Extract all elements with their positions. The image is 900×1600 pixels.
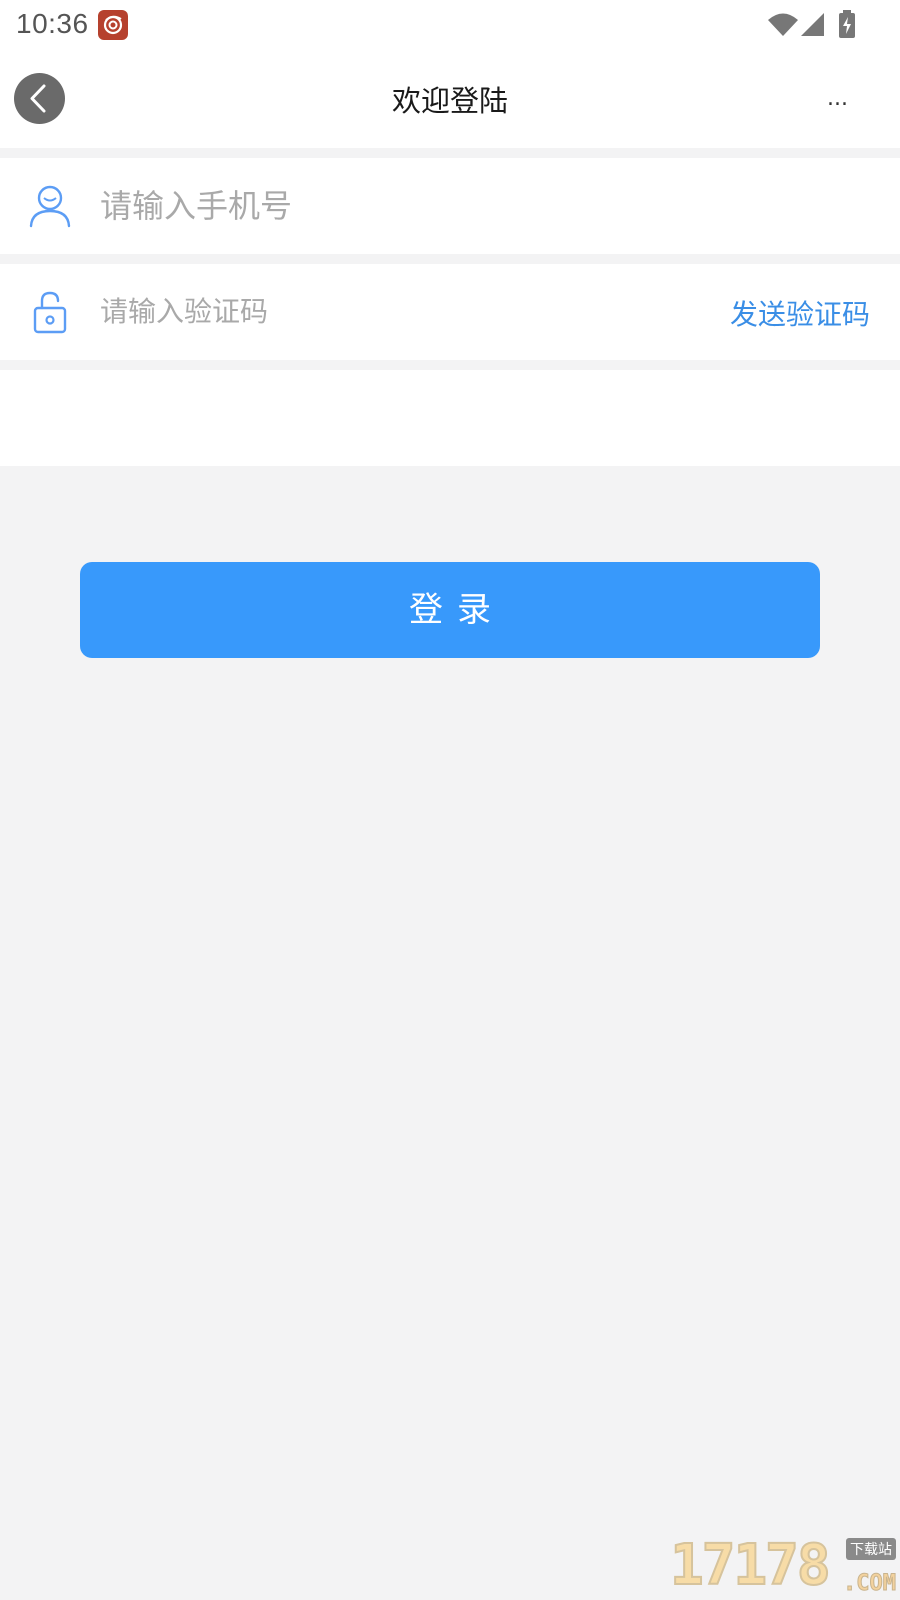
verification-code-input[interactable] bbox=[100, 284, 680, 340]
wifi-icon bbox=[768, 13, 798, 36]
watermark-suffix: .COM bbox=[843, 1571, 897, 1597]
phone-field-row bbox=[0, 158, 900, 254]
more-button[interactable]: ... bbox=[827, 86, 848, 111]
status-bar: 10:36 bbox=[0, 0, 900, 50]
nav-bar: 欢迎登陆 ... bbox=[0, 50, 900, 148]
watermark-logo: 17178 下载站 .COM bbox=[668, 1532, 900, 1600]
user-icon bbox=[29, 185, 71, 228]
watermark-main: 17178 bbox=[669, 1532, 832, 1599]
login-button[interactable]: 登录 bbox=[80, 562, 820, 658]
watermark-badge: 下载站 bbox=[846, 1538, 896, 1560]
status-time: 10:36 bbox=[16, 8, 89, 39]
phone-input[interactable] bbox=[100, 178, 860, 234]
cellular-signal-icon bbox=[801, 13, 824, 36]
app-notification-icon bbox=[98, 10, 128, 40]
blank-row bbox=[0, 370, 900, 466]
unlock-icon bbox=[33, 291, 67, 334]
code-field-row: 发送验证码 bbox=[0, 264, 900, 360]
send-code-button[interactable]: 发送验证码 bbox=[730, 293, 870, 333]
system-icons bbox=[768, 8, 858, 42]
battery-charging-icon bbox=[839, 10, 855, 38]
page-title: 欢迎登陆 bbox=[391, 84, 508, 118]
